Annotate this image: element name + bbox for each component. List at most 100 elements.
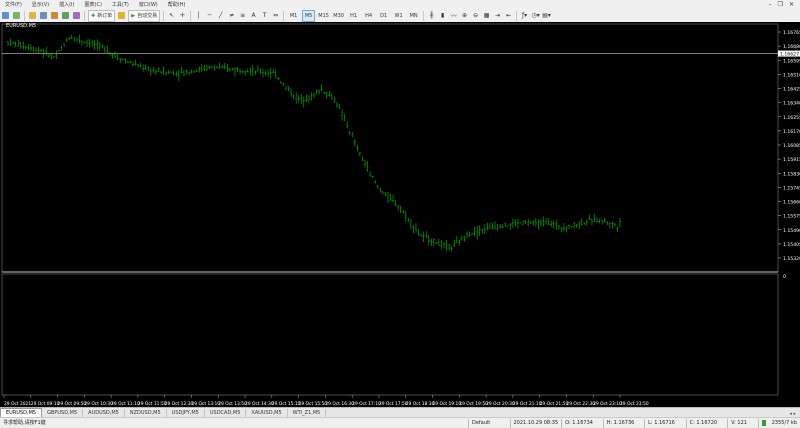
menu-insert[interactable]: 插入(I) [54, 1, 79, 8]
market-watch-icon[interactable] [28, 11, 37, 21]
candlestick-icon[interactable]: ▮ [438, 11, 447, 21]
tab-gbpusd[interactable]: GBPUSD,M5 [42, 409, 84, 417]
restore-icon[interactable]: ❐ [778, 1, 783, 8]
price-label: 1.15830 [783, 171, 800, 177]
tester-icon[interactable] [72, 11, 81, 21]
horizontal-line-icon[interactable]: ─ [205, 11, 214, 21]
tab-wti[interactable]: WTI_Z1,M5 [288, 409, 327, 417]
chart-area[interactable]: 1.16765 1.16680 1.16595 1.16510 1.16425 1.163… [0, 22, 800, 407]
new-chart-icon[interactable] [1, 11, 10, 21]
sub-window-scale-label: 0 [783, 274, 786, 280]
menu-tools[interactable]: 工具(T) [107, 1, 134, 8]
price-label: 1.15320 [783, 256, 800, 262]
navigator-icon[interactable] [50, 11, 59, 21]
price-label: 1.15575 [783, 214, 800, 220]
plus-icon: ✚ [91, 12, 96, 19]
connection-icon [757, 419, 769, 428]
price-label: 1.16170 [783, 129, 800, 135]
sub-window-frame [1, 273, 779, 396]
status-high: H: 1.16736 [602, 419, 645, 428]
status-datetime: 2021.10.29 08:35 [509, 419, 562, 428]
chart-symbol-label: EURUSD,M5 [6, 23, 37, 29]
tab-nzdusd[interactable]: NZDUSD,M5 [125, 409, 167, 417]
bar-chart-icon[interactable]: ╫ [427, 11, 436, 21]
chart-tabs: EURUSD,M5 GBPUSD,M5 AUDUSD,M5 NZDUSD,M5 … [0, 407, 800, 417]
terminal-window: 文件(F) 显示(V) 插入(I) 图表(C) 工具(T) 窗口(W) 帮助(H… [0, 0, 800, 428]
bid-price-label: 1.16627 [780, 52, 799, 58]
vertical-line-icon[interactable]: │ [194, 11, 203, 21]
toolbar-separator [423, 10, 425, 21]
templates-icon[interactable]: ▤▾ [542, 11, 551, 21]
tab-usdcad[interactable]: USDCAD,M5 [205, 409, 247, 417]
crosshair-icon[interactable]: ✛ [178, 11, 187, 21]
periods-icon[interactable]: ◷▾ [531, 11, 540, 21]
menu-file[interactable]: 文件(F) [0, 1, 27, 8]
text-icon[interactable]: A [249, 11, 258, 21]
price-label: 1.15490 [783, 228, 800, 234]
tf-d1[interactable]: D1 [377, 10, 390, 22]
play-icon: ▶ [131, 12, 136, 19]
tf-m30[interactable]: M30 [332, 10, 345, 22]
tf-h4[interactable]: H4 [362, 10, 375, 22]
menu-charts[interactable]: 图表(C) [80, 1, 107, 8]
arrows-icon[interactable]: ⇔ [271, 11, 280, 21]
status-low: L: 1.16716 [644, 419, 686, 428]
tile-windows-icon[interactable]: ▦ [482, 11, 491, 21]
fibonacci-icon[interactable]: ≡ [238, 11, 247, 21]
channel-icon[interactable]: ≠ [227, 11, 236, 21]
window-controls: – ❐ ✕ [769, 1, 800, 8]
tf-m15[interactable]: M15 [317, 10, 330, 22]
trend-line-icon[interactable]: ╱ [216, 11, 225, 21]
new-order-label: 新订单 [97, 13, 113, 19]
price-label: 1.16425 [783, 87, 800, 93]
tf-mn[interactable]: MN [407, 10, 420, 22]
new-order-button[interactable]: ✚ 新订单 [88, 9, 116, 22]
price-label: 1.16680 [783, 44, 800, 50]
tab-usdjpy[interactable]: USDJPY,M5 [167, 409, 205, 417]
data-window-icon[interactable] [39, 11, 48, 21]
label-icon[interactable]: T [260, 11, 269, 21]
tf-h1[interactable]: H1 [347, 10, 360, 22]
menu-view[interactable]: 显示(V) [27, 1, 54, 8]
tab-eurusd[interactable]: EURUSD,M5 [0, 408, 43, 417]
toolbar-separator [190, 10, 192, 21]
status-close: C: 1.16720 [685, 419, 728, 428]
price-chart[interactable]: 1.16765 1.16680 1.16595 1.16510 1.16425 1.163… [0, 22, 800, 407]
tab-audusd[interactable]: AUDUSD,M5 [83, 409, 125, 417]
status-open: O: 1.16734 [561, 419, 603, 428]
menu-bar: 文件(F) 显示(V) 插入(I) 图表(C) 工具(T) 窗口(W) 帮助(H… [0, 0, 800, 9]
menu-help[interactable]: 帮助(H) [163, 1, 191, 8]
toolbar-separator [516, 10, 518, 21]
profiles-icon[interactable] [12, 11, 21, 21]
close-icon[interactable]: ✕ [789, 1, 794, 8]
terminal-icon[interactable] [61, 11, 70, 21]
zoom-out-icon[interactable]: ⊖ [471, 11, 480, 21]
line-chart-icon[interactable]: 〰 [449, 11, 458, 21]
price-label: 1.16765 [783, 30, 800, 36]
minimize-icon[interactable]: – [769, 1, 772, 8]
status-bar: 寻求帮助,请按F1键 Default 2021.10.29 08:35 O: 1… [0, 417, 800, 428]
chart-shift-icon[interactable]: ⇤ [504, 11, 513, 21]
zoom-in-icon[interactable]: ⊕ [460, 11, 469, 21]
auto-trading-button[interactable]: ▶ 自动交易 [128, 9, 161, 22]
tf-w1[interactable]: W1 [392, 10, 405, 22]
menu-window[interactable]: 窗口(W) [134, 1, 163, 8]
toolbar-separator [163, 10, 165, 21]
price-label: 1.16595 [783, 58, 800, 64]
tf-m1[interactable]: M1 [287, 10, 300, 22]
status-traffic: 2355/7 kb [771, 420, 797, 426]
tab-xauusd[interactable]: XAUUSD,M5 [246, 409, 288, 417]
price-label: 1.15405 [783, 242, 800, 248]
tf-m5[interactable]: M5 [302, 9, 316, 22]
toolbar-separator [84, 10, 85, 21]
cursor-icon[interactable]: ↖ [167, 11, 176, 21]
toolbar: ✚ 新订单 ▶ 自动交易 ↖ ✛ │ ─ ╱ ≠ ≡ A T ⇔ M1 M5 M15… [0, 9, 800, 23]
status-profile: Default [468, 419, 510, 428]
toolbar-separator [24, 10, 25, 21]
metaeditor-icon[interactable] [117, 11, 126, 21]
indicators-icon[interactable]: ƒ▾ [520, 11, 529, 21]
main-window-frame [1, 23, 779, 273]
autoscroll-icon[interactable]: ⇥ [493, 11, 502, 21]
price-label: 1.15915 [783, 157, 800, 163]
status-volume: V: 121 [727, 419, 757, 428]
